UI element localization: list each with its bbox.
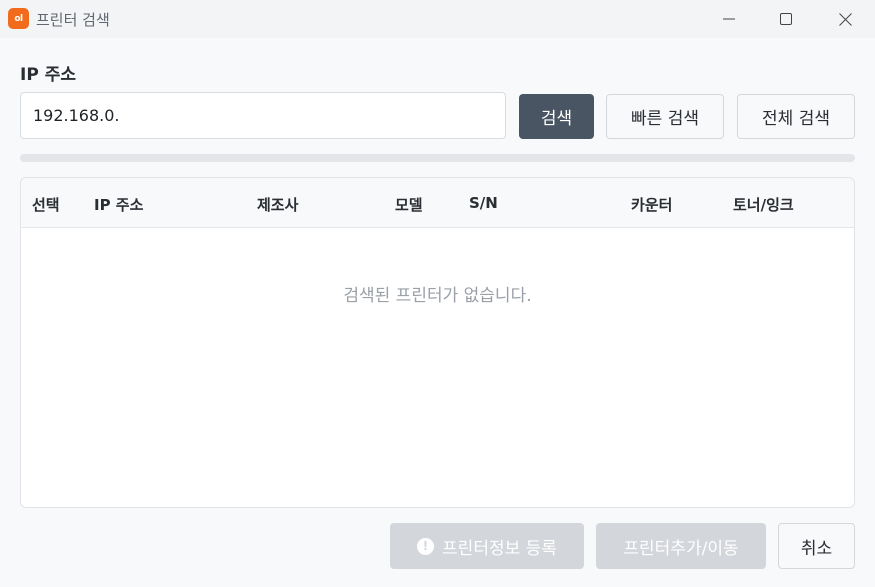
- register-printer-info-button: ! 프린터정보 등록: [390, 523, 584, 569]
- app-logo-text: ol: [14, 13, 23, 24]
- register-printer-info-label: 프린터정보 등록: [442, 538, 557, 559]
- maximize-icon: [780, 13, 792, 25]
- column-counter[interactable]: 카운터: [631, 194, 672, 215]
- minimize-button[interactable]: [700, 0, 758, 38]
- cancel-button[interactable]: 취소: [778, 523, 855, 569]
- printer-table: 선택 IP 주소 제조사 모델 S/N 카운터 토너/잉크 검색된 프린터가 없…: [20, 177, 855, 508]
- ip-address-input[interactable]: [20, 92, 506, 139]
- ip-address-label: IP 주소: [20, 65, 76, 85]
- column-toner-ink[interactable]: 토너/잉크: [733, 194, 794, 215]
- maximize-button[interactable]: [757, 0, 815, 38]
- table-header: 선택 IP 주소 제조사 모델 S/N 카운터 토너/잉크: [21, 178, 854, 228]
- window-title: 프린터 검색: [36, 11, 110, 29]
- title-bar[interactable]: ol 프린터 검색: [0, 0, 875, 38]
- empty-table-message: 검색된 프린터가 없습니다.: [343, 286, 532, 306]
- full-search-button[interactable]: 전체 검색: [737, 94, 855, 139]
- column-serial-number[interactable]: S/N: [469, 194, 498, 212]
- close-icon: [838, 12, 852, 26]
- add-move-printer-button: 프린터추가/이동: [596, 523, 766, 569]
- column-ip-address[interactable]: IP 주소: [94, 194, 143, 215]
- close-button[interactable]: [816, 0, 874, 38]
- alert-icon: !: [417, 537, 435, 555]
- search-button[interactable]: 검색: [519, 94, 594, 139]
- minimize-icon: [723, 18, 735, 20]
- printer-search-window: ol 프린터 검색 IP 주소 검색 빠른 검색 전체 검색 선택: [0, 0, 875, 587]
- search-progress-bar: [20, 154, 855, 162]
- column-select[interactable]: 선택: [32, 194, 60, 215]
- column-model[interactable]: 모델: [395, 194, 423, 215]
- quick-search-button[interactable]: 빠른 검색: [606, 94, 724, 139]
- app-logo-icon: ol: [8, 8, 29, 29]
- column-manufacturer[interactable]: 제조사: [257, 194, 298, 215]
